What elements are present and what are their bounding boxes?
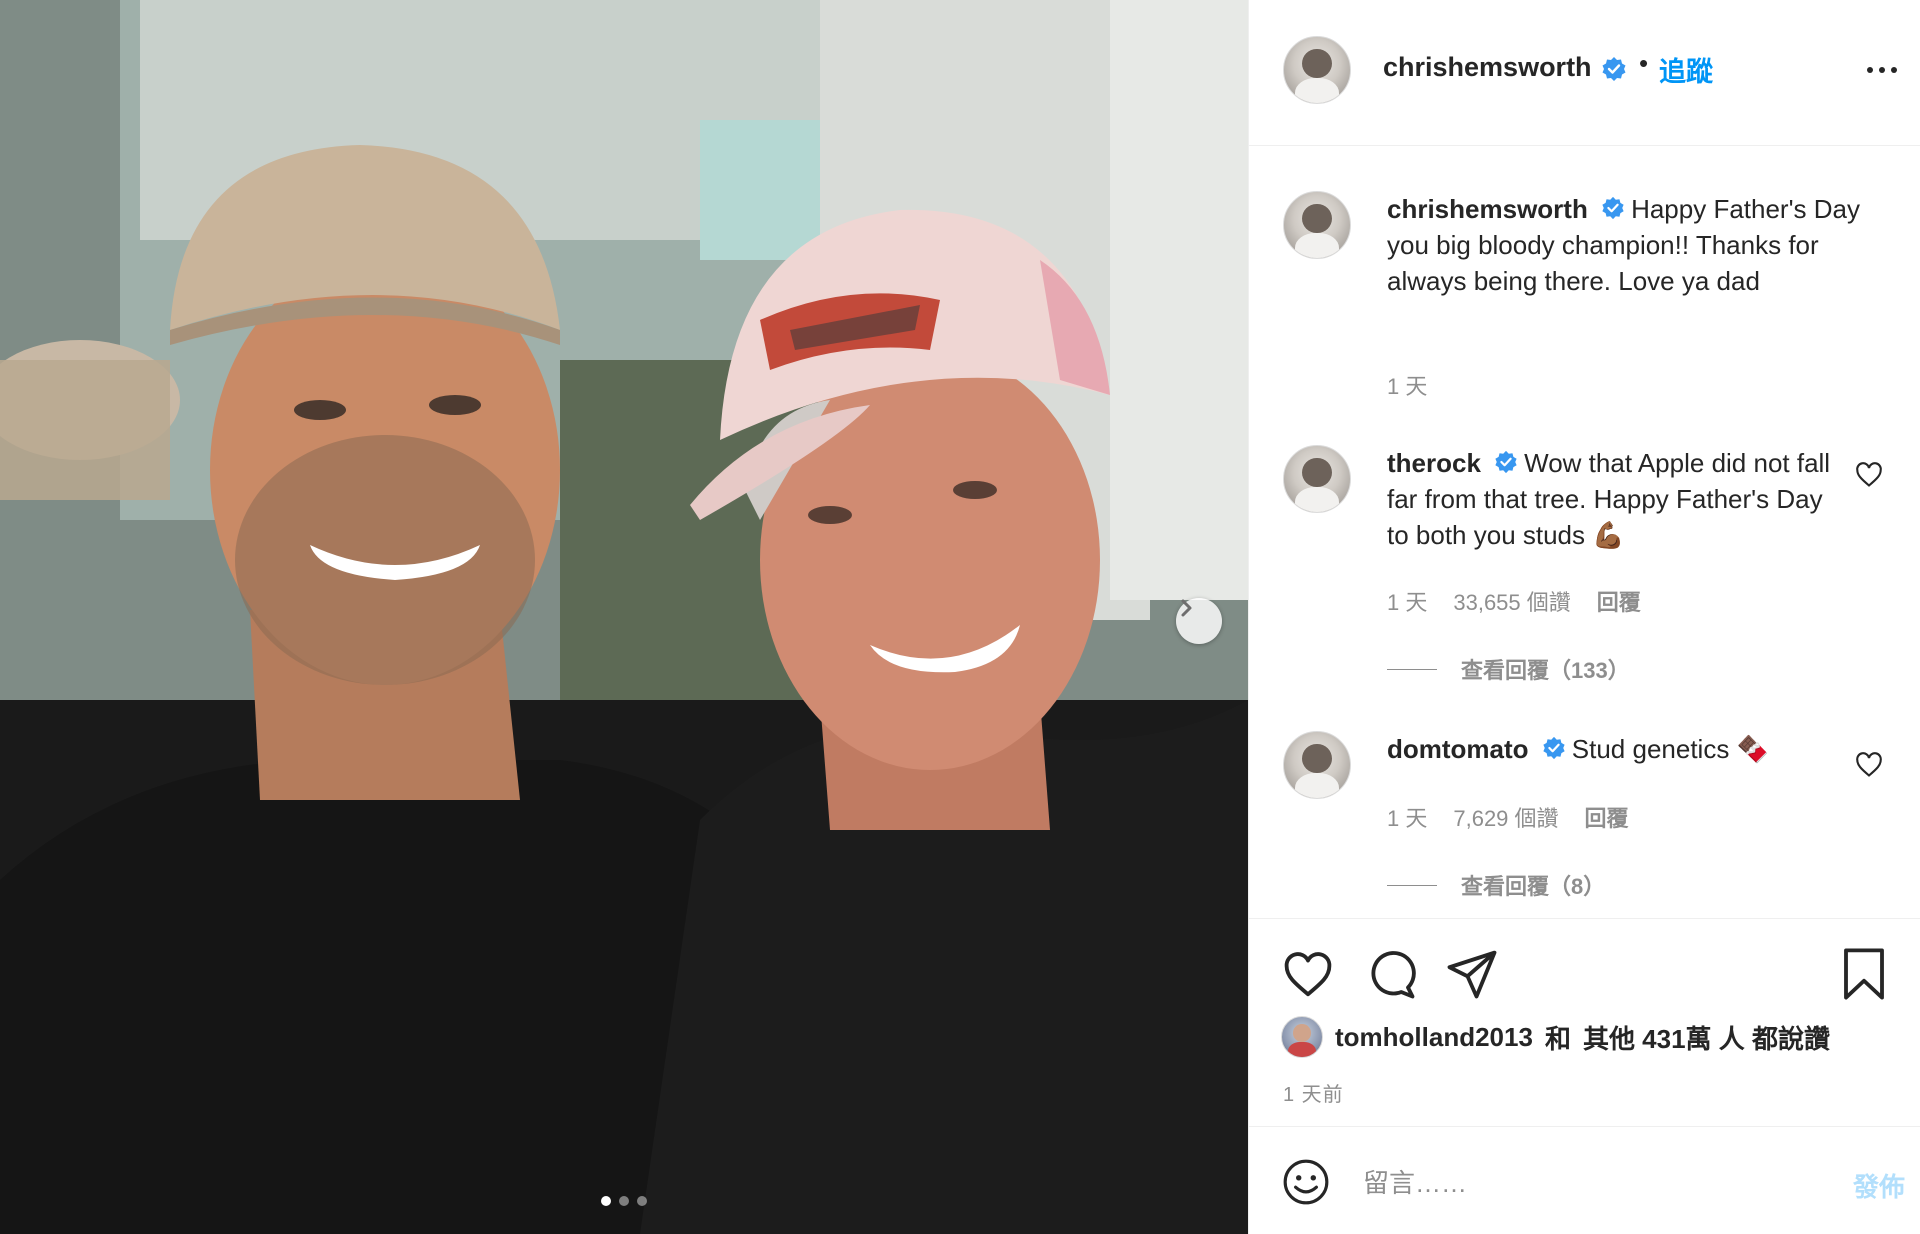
share-icon[interactable]	[1445, 947, 1499, 1001]
liked-by-and: 和	[1544, 1023, 1571, 1054]
header-separator: •	[1639, 48, 1649, 78]
comment-likes[interactable]: 7,629 個讚	[1453, 801, 1558, 833]
action-bar	[1249, 918, 1920, 1000]
comment-like-heart-icon[interactable]	[1855, 461, 1883, 489]
comment-time: 1 天	[1387, 590, 1428, 615]
comment-meta: 1 天 33,655 個讚 回覆	[1387, 585, 1641, 617]
comment-time: 1 天	[1387, 806, 1428, 831]
view-replies-label: 查看回覆（8）	[1461, 874, 1606, 899]
carousel-dot-active	[601, 1196, 611, 1206]
author-username[interactable]: chrishemsworth	[1383, 52, 1592, 83]
emoji-icon[interactable]	[1281, 1157, 1331, 1207]
comment-username[interactable]: therock	[1387, 448, 1481, 478]
comment-like-heart-icon[interactable]	[1855, 751, 1883, 779]
post-side-panel: chrishemsworth • 追蹤 chrishemsworth Happy…	[1248, 0, 1920, 1234]
comment-meta: 1 天 7,629 個讚 回覆	[1387, 801, 1629, 833]
more-options-icon[interactable]	[1867, 58, 1907, 82]
comment-composer: 發佈	[1249, 1126, 1920, 1234]
comment-icon[interactable]	[1363, 947, 1417, 1001]
caption-text-block: chrishemsworth Happy Father's Day you bi…	[1387, 191, 1867, 299]
post-photo[interactable]	[0, 0, 1248, 1234]
carousel-indicator	[0, 1196, 1248, 1206]
liked-by-username[interactable]: tomholland2013	[1335, 1022, 1533, 1053]
caption-username[interactable]: chrishemsworth	[1387, 194, 1588, 224]
carousel-dot	[619, 1196, 629, 1206]
comment-avatar[interactable]	[1283, 731, 1351, 799]
post-header: chrishemsworth • 追蹤	[1249, 0, 1920, 146]
caption-avatar[interactable]	[1283, 191, 1351, 259]
reply-button[interactable]: 回覆	[1585, 801, 1629, 833]
comment-avatar[interactable]	[1283, 445, 1351, 513]
caption-meta: 1 天	[1387, 369, 1427, 401]
post-timestamp[interactable]: 1 天前	[1283, 1078, 1344, 1107]
follow-button[interactable]: 追蹤	[1659, 50, 1713, 89]
liked-by-others[interactable]: 其他 431萬 人 都說讚	[1583, 1019, 1830, 1056]
author-avatar[interactable]	[1283, 36, 1351, 104]
view-replies-label: 查看回覆（133）	[1461, 658, 1630, 683]
verified-badge-icon	[1602, 57, 1626, 81]
comments-list[interactable]: chrishemsworth Happy Father's Day you bi…	[1249, 147, 1920, 917]
reply-button[interactable]: 回覆	[1597, 585, 1641, 617]
comment-input[interactable]	[1363, 1161, 1823, 1205]
comment-text: Stud genetics 🍫	[1571, 734, 1769, 764]
view-replies-line	[1387, 668, 1437, 670]
comment-username[interactable]: domtomato	[1387, 734, 1529, 764]
caption-time: 1 天	[1387, 374, 1428, 399]
next-slide-button[interactable]	[1176, 598, 1222, 644]
bookmark-icon[interactable]	[1837, 947, 1891, 1001]
photo-illustration	[0, 0, 1248, 1234]
view-replies-line	[1387, 884, 1437, 886]
comment-text-block: therock Wow that Apple did not fall far …	[1387, 445, 1847, 553]
comment-text-block: domtomato Stud genetics 🍫	[1387, 731, 1847, 767]
verified-badge-icon	[1543, 737, 1565, 760]
verified-badge-icon	[1602, 197, 1624, 220]
view-replies-button[interactable]: 查看回覆（8）	[1387, 869, 1605, 901]
post-comment-button[interactable]: 發佈	[1853, 1167, 1905, 1204]
heart-icon[interactable]	[1281, 947, 1335, 1001]
carousel-dot	[637, 1196, 647, 1206]
verified-badge-icon	[1495, 451, 1517, 474]
view-replies-button[interactable]: 查看回覆（133）	[1387, 653, 1630, 685]
liked-by[interactable]: tomholland2013 和 其他 431萬 人 都說讚	[1281, 1016, 1830, 1058]
liked-by-avatar[interactable]	[1281, 1016, 1323, 1058]
comment-likes[interactable]: 33,655 個讚	[1453, 585, 1570, 617]
next-arrow-icon	[1181, 599, 1192, 617]
